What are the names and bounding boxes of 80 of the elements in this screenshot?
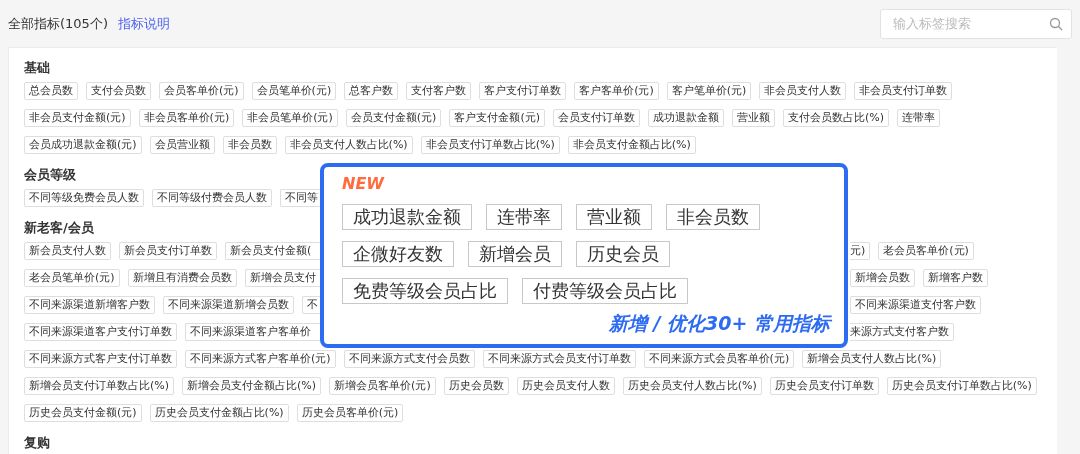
metric-tag[interactable]: 新增会员支付金额占比(%): [182, 377, 322, 395]
metric-tag: 成功退款金额: [342, 204, 472, 230]
page-title: 全部指标(105个): [8, 14, 108, 33]
metric-tag[interactable]: 非会员支付订单数: [854, 82, 953, 100]
help-link[interactable]: 指标说明: [117, 14, 170, 33]
section-title: 复购: [24, 435, 50, 451]
search-icon[interactable]: [1049, 16, 1063, 31]
metric-tag[interactable]: 不同来源方式会员支付订单数: [482, 350, 636, 368]
metric-tag[interactable]: 总客户数: [344, 82, 399, 100]
metric-tag[interactable]: 老会员客单价(元): [878, 242, 974, 260]
metric-tag[interactable]: 支付会员数: [86, 82, 151, 100]
metric-tag: 非会员数: [666, 204, 760, 230]
metric-tag[interactable]: 成功退款金额: [647, 109, 724, 127]
metric-tag[interactable]: 非会员支付订单数占比(%): [420, 136, 560, 154]
metric-tag[interactable]: 非会员支付金额占比(%): [567, 136, 696, 154]
metric-tag[interactable]: 新会员支付人数: [24, 242, 111, 260]
metric-tag[interactable]: 客户支付订单数: [479, 82, 567, 100]
metric-tag: 营业额: [576, 204, 652, 230]
search-field[interactable]: 输入标签搜索: [880, 8, 1072, 39]
metric-tag: 历史会员: [576, 241, 670, 267]
metric-tag[interactable]: 新增会员支付人数占比(%): [802, 350, 942, 368]
metric-tag[interactable]: 不同来源渠道支付客户数: [850, 296, 981, 314]
metric-tag[interactable]: 非会员笔单价(元): [242, 109, 338, 127]
metric-tag: 企微好友数: [342, 241, 454, 267]
metric-tag[interactable]: 会员笔单价(元): [251, 82, 337, 100]
popup-slogan: 新增 / 优化30+ 常用指标: [608, 311, 830, 336]
new-label: NEW: [342, 174, 384, 194]
metric-tag[interactable]: 非会员支付金额(元): [24, 109, 131, 127]
metric-tag[interactable]: 不同来源渠道客户支付订单数: [24, 323, 177, 341]
metric-tag[interactable]: 新增会员支付订单数占比(%): [24, 377, 175, 395]
section-title: 新老客/会员: [24, 220, 94, 236]
metric-tag: 连带率: [486, 204, 562, 230]
metric-tag[interactable]: 历史会员支付人数占比(%): [622, 377, 762, 395]
metric-tag[interactable]: 不同来源方式客户支付订单数: [24, 350, 177, 368]
metric-tag[interactable]: 非会员支付人数占比(%): [284, 136, 413, 154]
metric-tag[interactable]: 会员支付订单数: [552, 109, 640, 127]
metric-tag[interactable]: 支付会员数占比(%): [782, 109, 889, 127]
metric-tag[interactable]: 元): [850, 242, 871, 260]
metric-tag[interactable]: 会员成功退款金额(元): [24, 136, 142, 154]
metric-tag[interactable]: 历史会员客单价(元): [296, 404, 404, 422]
metric-tag[interactable]: 连带率: [897, 109, 940, 127]
metric-tag[interactable]: 新增会员数: [850, 269, 915, 287]
metric-tag[interactable]: 新会员支付金额(: [225, 242, 320, 260]
metric-tag[interactable]: 老会员笔单价(元): [24, 269, 120, 287]
metric-tag[interactable]: 新增且有消费会员数: [127, 269, 237, 287]
metric-tag[interactable]: 历史会员支付金额(元): [24, 404, 142, 422]
metric-tag[interactable]: 不同等级免费会员人数: [24, 189, 144, 207]
metric-tag[interactable]: 历史会员数: [443, 377, 509, 395]
metric-tag[interactable]: 客户客单价(元): [574, 82, 659, 100]
metric-tag: 付费等级会员占比: [522, 278, 688, 304]
metric-tag[interactable]: 历史会员支付金额占比(%): [149, 404, 289, 422]
metric-tag[interactable]: 总会员数: [24, 82, 78, 100]
metric-tag[interactable]: 客户笔单价(元): [666, 82, 752, 100]
metric-tag[interactable]: 不同来源渠道新增客户数: [24, 296, 155, 314]
section-title: 会员等级: [24, 167, 76, 183]
metric-tag[interactable]: 来源方式支付客户数: [850, 323, 954, 341]
metric-tag[interactable]: 不同等级付费会员人数: [152, 189, 272, 207]
metric-tag[interactable]: 不同来源方式客户客单价(元): [185, 350, 336, 368]
metric-tag[interactable]: 非会员数: [222, 136, 277, 154]
metric-tag[interactable]: 不同来源方式会员客单价(元): [643, 350, 795, 368]
metric-tag[interactable]: 支付客户数: [406, 82, 472, 100]
metric-tag: 免费等级会员占比: [342, 278, 508, 304]
metric-tag[interactable]: 新会员支付订单数: [119, 242, 217, 260]
metric-tag[interactable]: 营业额: [731, 109, 775, 127]
section-title: 基础: [24, 60, 50, 76]
metric-tag: 新增会员: [468, 241, 562, 267]
metric-tag[interactable]: 不同来源渠道客户客单价: [185, 323, 320, 341]
metric-tag[interactable]: 新增会员客单价(元): [329, 377, 436, 395]
metric-tag[interactable]: 非会员客单价(元): [138, 109, 235, 127]
metric-tag[interactable]: 历史会员支付订单数占比(%): [886, 377, 1037, 395]
metric-tag[interactable]: 非会员支付人数: [759, 82, 847, 100]
metric-tag[interactable]: 会员营业额: [149, 136, 215, 154]
metric-tag[interactable]: 历史会员支付订单数: [769, 377, 879, 395]
metric-tag[interactable]: 会员客单价(元): [159, 82, 244, 100]
metric-tag[interactable]: 不同来源渠道新增会员数: [163, 296, 294, 314]
metric-tag[interactable]: 会员支付金额(元): [345, 109, 442, 127]
metric-tag[interactable]: 客户支付金额(元): [449, 109, 545, 127]
metric-tag[interactable]: 历史会员支付人数: [516, 377, 615, 395]
metric-tag[interactable]: 新增客户数: [923, 269, 988, 287]
metric-tag[interactable]: 不同来源方式支付会员数: [343, 350, 475, 368]
